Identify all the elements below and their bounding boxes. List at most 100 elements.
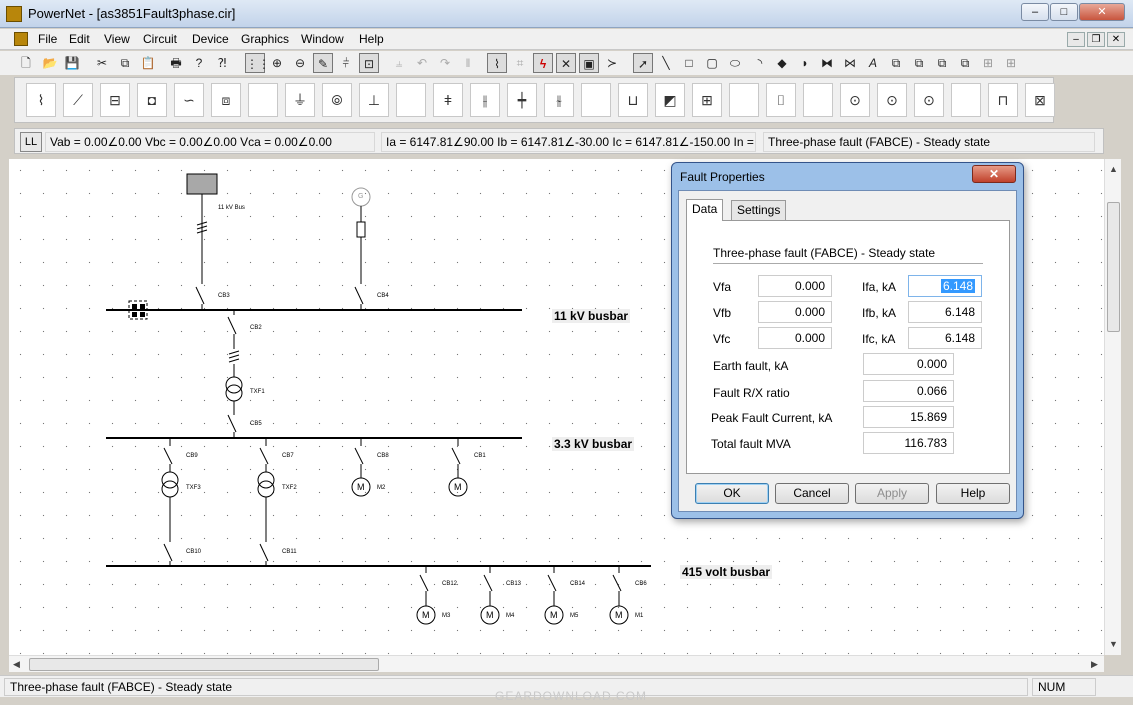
ifc-field[interactable]: 6.148: [908, 327, 982, 349]
help-button[interactable]: Help: [936, 483, 1010, 504]
tag-icon[interactable]: ⌗: [510, 53, 530, 73]
help-icon[interactable]: ?: [189, 53, 209, 73]
close-button[interactable]: ✕: [1079, 3, 1125, 21]
scissor-link-icon[interactable]: ≻: [602, 53, 622, 73]
dialog-close-button[interactable]: ✕: [972, 165, 1016, 183]
fault-mode-button[interactable]: LL: [20, 132, 42, 152]
menu-help[interactable]: Help: [359, 32, 384, 46]
vertical-scrollbar[interactable]: ▲ ▼: [1104, 159, 1121, 655]
send-back-icon[interactable]: ⧉: [909, 53, 929, 73]
earth-fault-field[interactable]: 0.000: [863, 353, 954, 375]
horizontal-scroll-thumb[interactable]: [29, 658, 379, 671]
maximize-button[interactable]: □: [1050, 3, 1078, 21]
vfc-field[interactable]: 0.000: [758, 327, 832, 349]
tile-icon[interactable]: ⊞: [1001, 53, 1021, 73]
total-mva-field[interactable]: 116.783: [863, 432, 954, 454]
redo-icon[interactable]: ↷: [435, 53, 455, 73]
horizontal-scrollbar[interactable]: ◀ ▶: [9, 655, 1104, 672]
rounded-rectangle-icon[interactable]: ▢: [702, 53, 722, 73]
picture-icon[interactable]: ▣: [579, 53, 599, 73]
scroll-down-arrow[interactable]: ▼: [1109, 639, 1118, 649]
mdi-minimize-button[interactable]: –: [1067, 32, 1085, 47]
zoom-out-icon[interactable]: ⊖: [290, 53, 310, 73]
context-help-icon[interactable]: ⁈: [212, 53, 232, 73]
rx-ratio-field[interactable]: 0.066: [863, 380, 954, 402]
ellipse-icon[interactable]: ⬭: [725, 53, 745, 73]
vfa-field[interactable]: 0.000: [758, 275, 832, 297]
document-icon[interactable]: [14, 32, 28, 46]
ifa-field[interactable]: 6.148: [908, 275, 982, 297]
blank-tool-1[interactable]: [248, 83, 278, 117]
vertical-scroll-thumb[interactable]: [1107, 202, 1120, 332]
open-folder-icon[interactable]: 📂: [40, 53, 60, 73]
ungroup-icon[interactable]: ⧉: [955, 53, 975, 73]
pan-icon[interactable]: ✎: [313, 53, 333, 73]
zoom-in-icon[interactable]: ⊕: [267, 53, 287, 73]
bus-415v-label[interactable]: 415 volt busbar: [680, 565, 773, 579]
transformer-icon[interactable]: ⦾: [322, 83, 352, 117]
blank-tool-6[interactable]: [951, 83, 981, 117]
text-icon[interactable]: A: [863, 53, 883, 73]
menu-device[interactable]: Device: [192, 32, 229, 46]
menu-graphics[interactable]: Graphics: [241, 32, 289, 46]
breaker-icon[interactable]: ⌇: [26, 83, 56, 117]
grid-icon[interactable]: ⋮⋮: [245, 53, 270, 73]
split-icon[interactable]: ‖: [458, 53, 478, 73]
cancel-button[interactable]: Cancel: [775, 483, 849, 504]
bus-3-3kv-label[interactable]: 3.3 kV busbar: [552, 437, 635, 451]
tab-data[interactable]: Data: [686, 199, 724, 221]
junction-icon[interactable]: ⌷: [766, 83, 796, 117]
cross-box-icon[interactable]: ⊠: [1025, 83, 1055, 117]
half-circle-icon[interactable]: ◗: [795, 53, 815, 73]
switch-icon[interactable]: ⟋: [63, 83, 93, 117]
paste-icon[interactable]: 📋: [138, 53, 158, 73]
arc-icon[interactable]: ◝: [750, 53, 770, 73]
reactor-icon[interactable]: ⧈: [211, 83, 241, 117]
new-file-icon[interactable]: 🗋: [16, 53, 36, 73]
minimize-button[interactable]: –: [1021, 3, 1049, 21]
fault-icon[interactable]: ϟ: [533, 53, 553, 73]
mdi-restore-button[interactable]: ❐: [1087, 32, 1105, 47]
relay-icon[interactable]: ◩: [655, 83, 685, 117]
generator-icon[interactable]: ⊙: [877, 83, 907, 117]
resistor-icon[interactable]: ┿: [507, 83, 537, 117]
menu-edit[interactable]: Edit: [69, 32, 90, 46]
menu-circuit[interactable]: Circuit: [143, 32, 177, 46]
save-icon[interactable]: 💾: [62, 53, 82, 73]
bus-11kv-label[interactable]: 11 kV busbar: [552, 309, 631, 323]
node-icon[interactable]: ⊡: [359, 53, 379, 73]
tab-settings[interactable]: Settings: [731, 200, 787, 220]
capacitor-icon[interactable]: ⫲: [470, 83, 500, 117]
menu-file[interactable]: File: [38, 32, 57, 46]
motor-icon[interactable]: ⊙: [840, 83, 870, 117]
print-icon[interactable]: 🖶: [166, 53, 186, 73]
open-circuit-icon[interactable]: ⊓: [988, 83, 1018, 117]
scroll-up-arrow[interactable]: ▲: [1109, 164, 1118, 174]
cable-icon[interactable]: ∽: [174, 83, 204, 117]
bus-icon[interactable]: ⫩: [336, 53, 356, 73]
blank-tool-4[interactable]: [729, 83, 759, 117]
table-icon[interactable]: ⊞: [978, 53, 998, 73]
load-icon[interactable]: ◘: [137, 83, 167, 117]
rectangle-icon[interactable]: □: [679, 53, 699, 73]
menu-view[interactable]: View: [104, 32, 130, 46]
scroll-right-arrow[interactable]: ▶: [1091, 659, 1098, 670]
bowtie-icon[interactable]: ⧓: [817, 53, 837, 73]
breaker-tool-icon[interactable]: ⌇: [487, 53, 507, 73]
scroll-left-arrow[interactable]: ◀: [13, 659, 20, 670]
busbar-icon[interactable]: ⊥: [359, 83, 389, 117]
meter-icon[interactable]: ⊔: [618, 83, 648, 117]
peak-fault-field[interactable]: 15.869: [863, 406, 954, 428]
pointer-icon[interactable]: ➚: [633, 53, 653, 73]
open-bowtie-icon[interactable]: ⋈: [840, 53, 860, 73]
align-icon[interactable]: ⫨: [389, 53, 409, 73]
copy-icon[interactable]: ⧉: [115, 53, 135, 73]
inductor-icon[interactable]: ⫳: [544, 83, 574, 117]
bring-front-icon[interactable]: ⧉: [886, 53, 906, 73]
line-icon[interactable]: ╲: [656, 53, 676, 73]
earth-icon[interactable]: ⏚: [285, 83, 315, 117]
source-icon[interactable]: ⊙: [914, 83, 944, 117]
isolator-icon[interactable]: ǂ: [433, 83, 463, 117]
apply-button[interactable]: Apply: [855, 483, 929, 504]
undo-icon[interactable]: ↶: [412, 53, 432, 73]
